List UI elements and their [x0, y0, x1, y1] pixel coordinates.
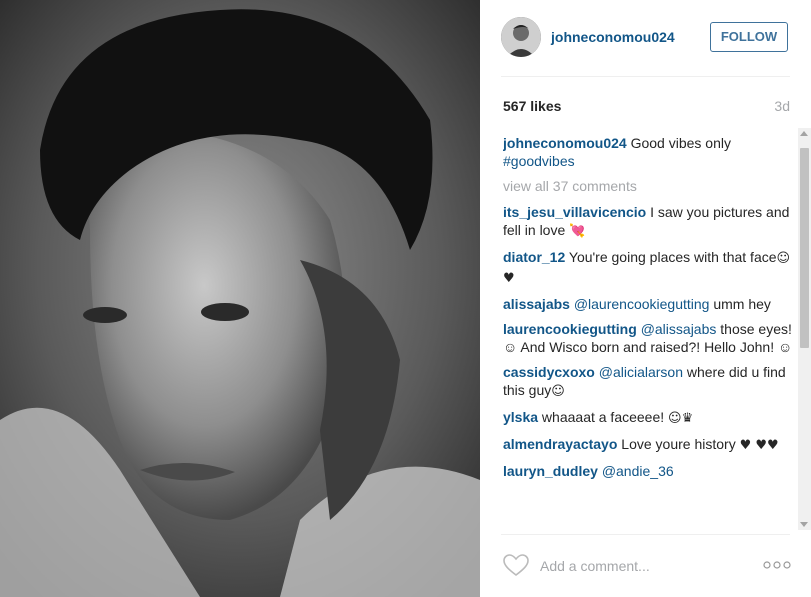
comment-username-link[interactable]: almendrayactayo [503, 436, 617, 452]
portrait-illustration [0, 0, 480, 597]
comments-scrollbar[interactable] [798, 128, 811, 530]
heart-arrow-emoji: 💘 [569, 224, 586, 239]
comment-text: umm hey [709, 296, 771, 312]
comment-username-link[interactable]: diator_12 [503, 249, 565, 265]
mention-link[interactable]: @andie_36 [602, 463, 674, 479]
caption: johneconomou024 Good vibes only #goodvib… [503, 134, 795, 170]
avatar-image [501, 17, 541, 57]
caption-text: Good vibes only [626, 135, 731, 151]
view-all-comments-link[interactable]: view all 37 comments [503, 177, 795, 195]
avatar[interactable] [501, 17, 541, 57]
hearts-emoji: ♥ ♥♥ [739, 438, 779, 453]
comment-username-link[interactable]: alissajabs [503, 296, 570, 312]
smile-emoji: ☺ [551, 384, 565, 399]
follow-button[interactable]: FOLLOW [710, 22, 788, 52]
comment-item: alissajabs @laurencookiegutting umm hey [503, 295, 795, 313]
mention-link[interactable]: @alicialarson [599, 364, 683, 380]
comment-username-link[interactable]: lauryn_dudley [503, 463, 598, 479]
likes-count[interactable]: 567 likes [503, 98, 561, 114]
more-options-icon [763, 561, 791, 569]
comment-username-link[interactable]: laurencookiegutting [503, 321, 637, 337]
mention-link[interactable]: @alissajabs [641, 321, 717, 337]
comment-text: You're going places with that face [565, 249, 777, 265]
scrollbar-thumb[interactable] [800, 148, 809, 348]
like-button[interactable] [502, 553, 530, 577]
comment-text: whaaaat a faceeee! [538, 409, 669, 425]
comment-username-link[interactable]: its_jesu_villavicencio [503, 204, 646, 220]
post-details-panel: johneconomou024 FOLLOW 567 likes 3d john… [480, 0, 811, 597]
post-time[interactable]: 3d [774, 98, 790, 114]
comment-username-link[interactable]: cassidycxoxo [503, 364, 595, 380]
more-options-button[interactable] [762, 558, 792, 572]
heart-outline-icon [503, 554, 529, 577]
comment-item: laurencookiegutting @alissajabs those ey… [503, 320, 795, 356]
hashtag-link[interactable]: #goodvibes [503, 153, 575, 169]
divider [501, 76, 790, 77]
caption-username-link[interactable]: johneconomou024 [503, 135, 627, 151]
header-username-link[interactable]: johneconomou024 [551, 29, 675, 45]
comment-item: diator_12 You're going places with that … [503, 248, 795, 288]
mention-link[interactable]: @laurencookiegutting [574, 296, 710, 312]
comment-username-link[interactable]: ylska [503, 409, 538, 425]
divider [501, 534, 790, 535]
comment-item: its_jesu_villavicencio I saw you picture… [503, 203, 795, 241]
comment-text: Love youre history [617, 436, 740, 452]
comments-list: johneconomou024 Good vibes only #goodvib… [503, 134, 795, 526]
scroll-up-arrow-icon[interactable] [800, 131, 808, 136]
comment-item: cassidycxoxo @alicialarson where did u f… [503, 363, 795, 401]
scroll-down-arrow-icon[interactable] [800, 522, 808, 527]
post-photo[interactable] [0, 0, 480, 597]
add-comment-input[interactable] [540, 556, 740, 576]
smile-crown-emoji: ☺♛ [668, 411, 694, 426]
comment-item: ylska whaaaat a faceeee! ☺♛ [503, 408, 795, 428]
comment-item: almendrayactayo Love youre history ♥ ♥♥ [503, 435, 795, 455]
post-header: johneconomou024 FOLLOW [480, 0, 811, 76]
comment-item: lauryn_dudley @andie_36 [503, 462, 795, 480]
